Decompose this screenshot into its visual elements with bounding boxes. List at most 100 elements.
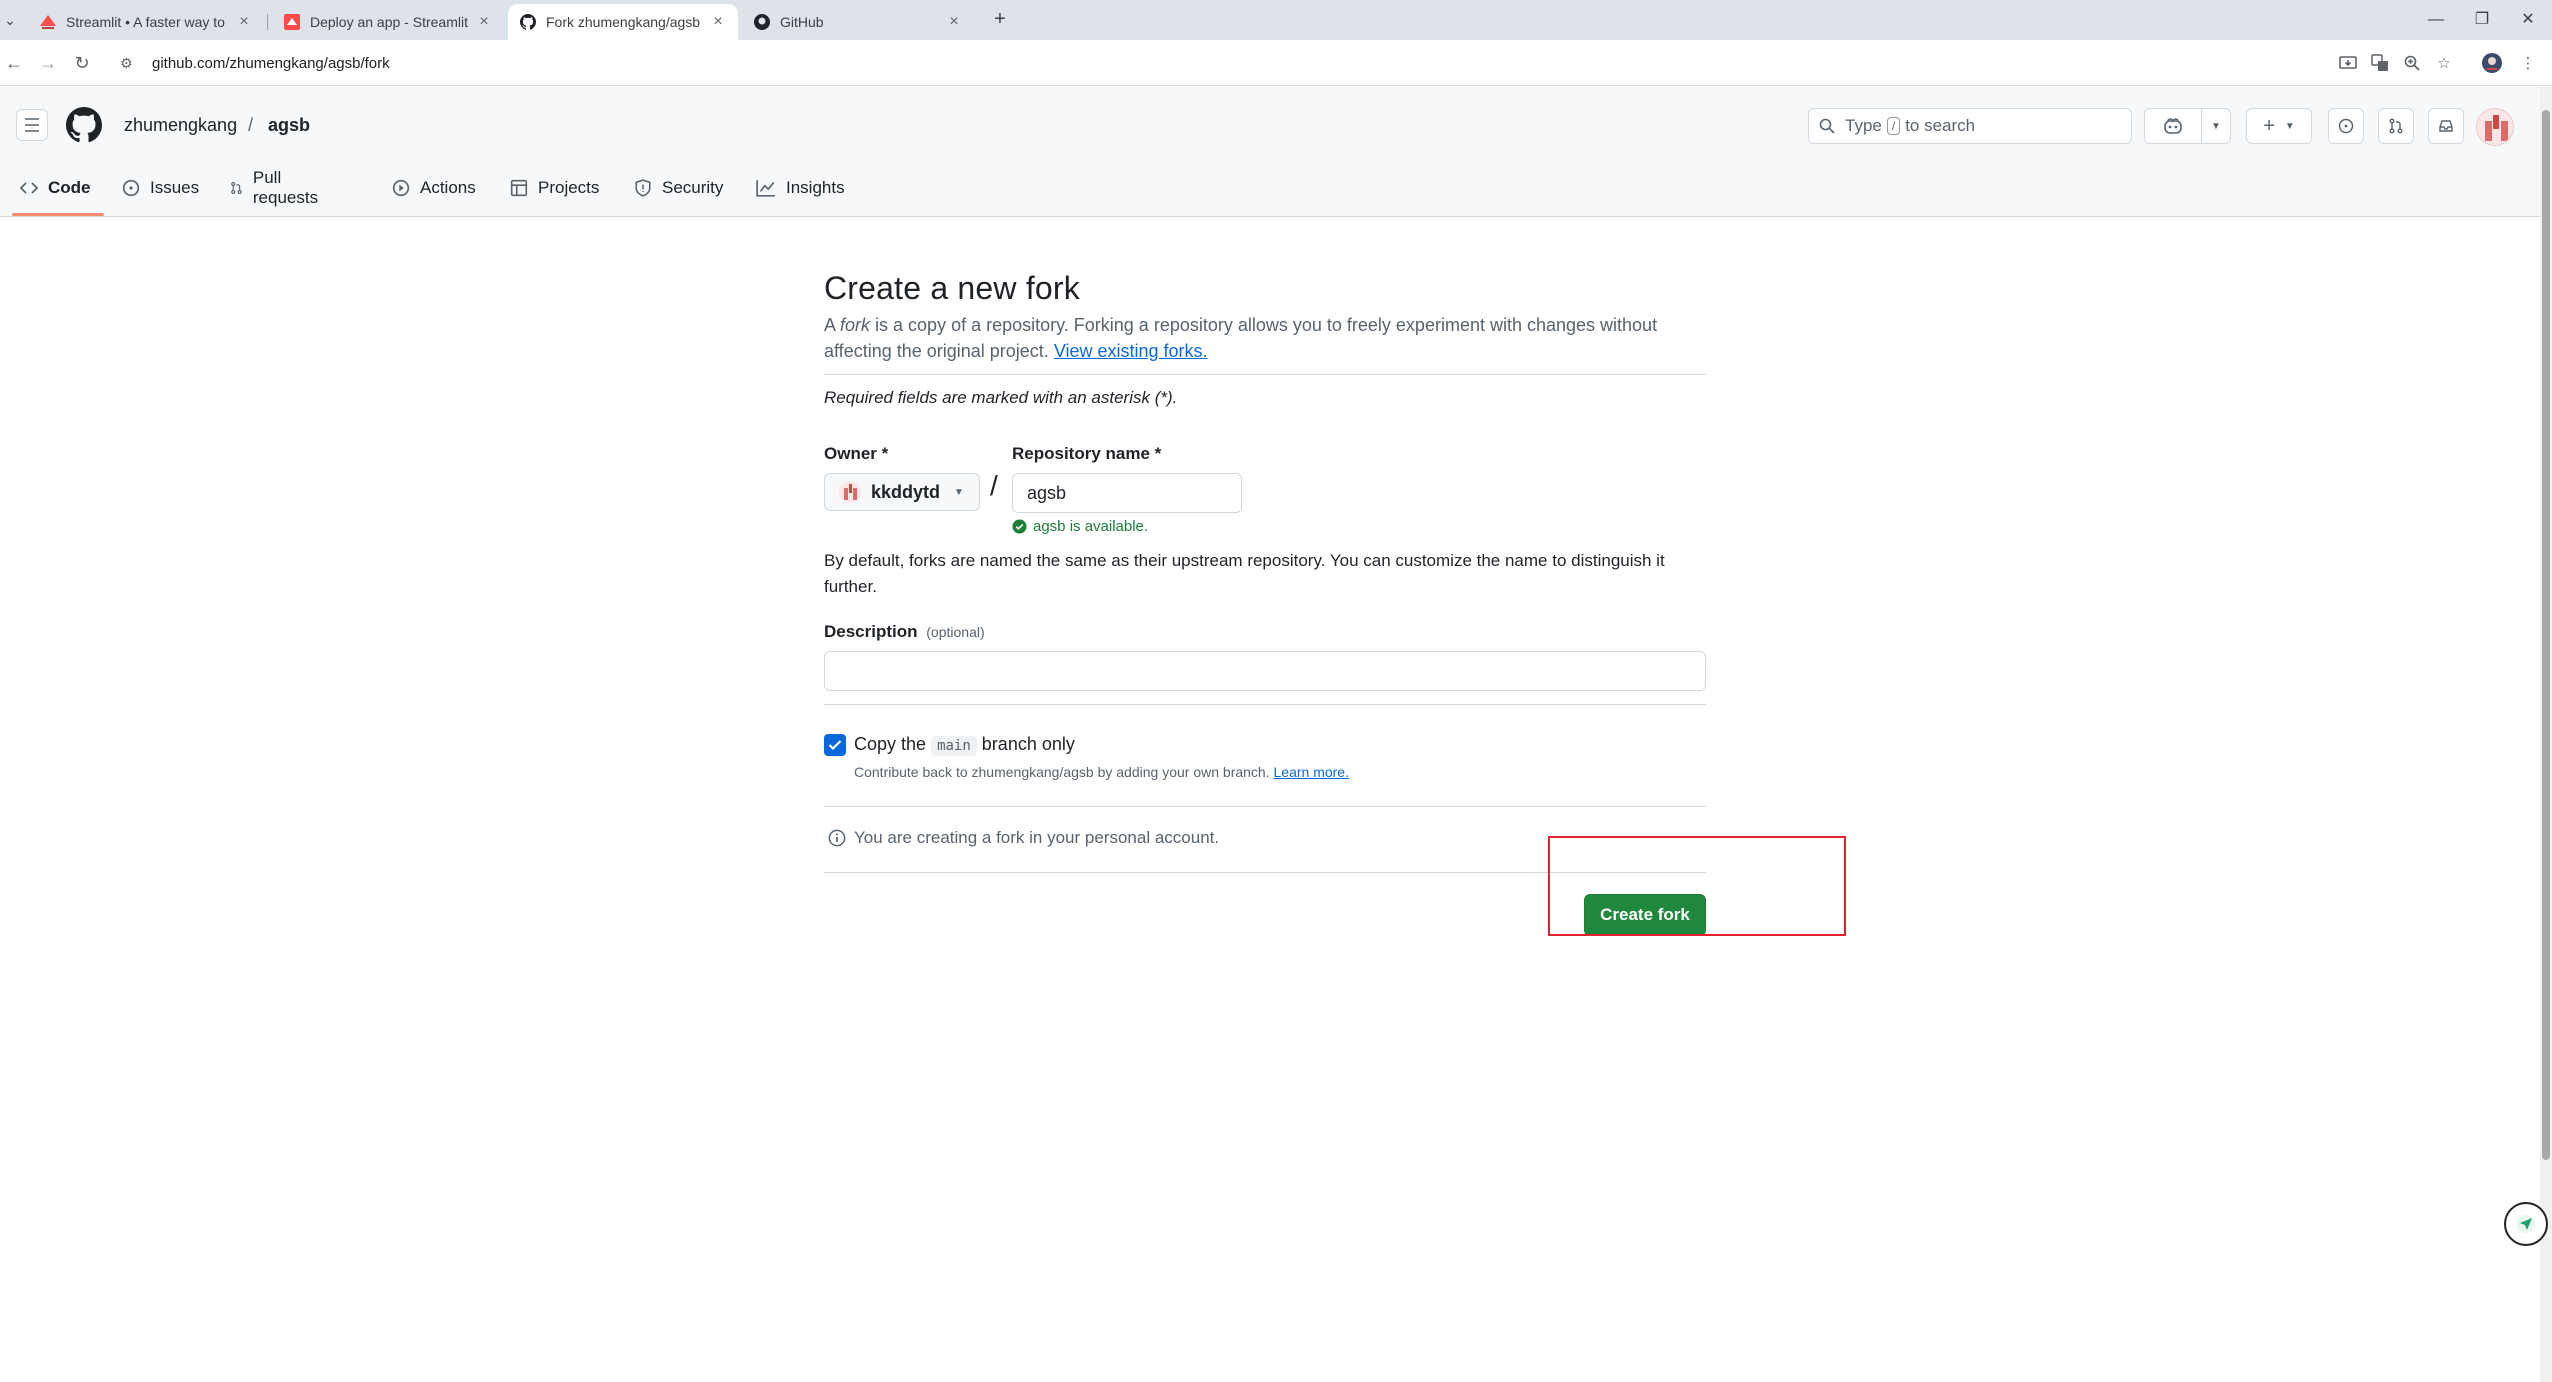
close-icon[interactable]: × — [710, 13, 726, 31]
copilot-dropdown[interactable]: ▼ — [2201, 108, 2231, 144]
browser-tab-github[interactable]: GitHub × — [742, 4, 974, 40]
restore-icon[interactable]: ❐ — [2470, 8, 2494, 32]
reload-icon[interactable]: ↻ — [70, 51, 94, 75]
view-existing-forks-link[interactable]: View existing forks. — [1054, 341, 1208, 361]
window-close-icon[interactable]: ✕ — [2516, 8, 2540, 32]
description-label-text: Description — [824, 622, 918, 641]
issue-icon — [2338, 118, 2354, 134]
zoom-icon[interactable] — [2400, 51, 2424, 75]
browser-toolbar: ← → ↻ ⚙ github.com/zhumengkang/agsb/fork… — [0, 40, 2552, 86]
repository-name-label: Repository name * — [1012, 444, 1162, 463]
pull-request-icon — [231, 181, 242, 195]
breadcrumb-repo[interactable]: agsb — [268, 115, 310, 136]
search-shortcut-key: / — [1886, 117, 1901, 135]
owner-repo-slash: / — [990, 470, 998, 501]
close-icon[interactable]: × — [236, 13, 252, 31]
browser-tab-deploy[interactable]: Deploy an app - Streamlit × — [272, 4, 504, 40]
minimize-icon[interactable]: — — [2424, 8, 2448, 32]
copy-suffix: branch only — [981, 734, 1075, 754]
search-input[interactable]: Type / to search — [1808, 108, 2132, 144]
close-icon[interactable]: × — [946, 13, 962, 31]
tab-pull-requests[interactable]: Pull requests — [230, 159, 323, 217]
tab-label: Issues — [150, 178, 200, 197]
inbox-icon — [2439, 120, 2453, 132]
tab-actions[interactable]: Actions — [392, 159, 476, 217]
scrollbar-thumb[interactable] — [2542, 110, 2550, 1160]
send-icon — [2517, 1215, 2535, 1233]
tab-issues[interactable]: Issues — [122, 159, 199, 217]
browser-menu-icon[interactable]: ⋮ — [2516, 51, 2540, 75]
copilot-button[interactable] — [2144, 108, 2202, 144]
triangle-down-icon: ▼ — [954, 486, 964, 498]
copy-help-text: Contribute back to zhumengkang/agsb by a… — [854, 764, 1270, 780]
copy-branch-help: Contribute back to zhumengkang/agsb by a… — [854, 764, 1349, 780]
tab-label: Actions — [420, 178, 476, 197]
floating-assistant-button[interactable] — [2504, 1202, 2548, 1246]
avatar-icon — [2485, 115, 2508, 141]
tab-title: Deploy an app - Streamlit — [310, 14, 468, 30]
info-icon — [828, 829, 846, 847]
issues-button[interactable] — [2328, 108, 2364, 144]
profile-icon[interactable] — [2480, 51, 2504, 75]
create-new-button[interactable]: + ▼ — [2246, 108, 2312, 144]
forward-arrow-icon[interactable]: → — [36, 51, 60, 75]
availability-status: agsb is available. — [1012, 518, 1148, 535]
triangle-down-icon: ▼ — [2211, 120, 2221, 132]
translate-icon[interactable] — [2368, 51, 2392, 75]
check-circle-icon — [1012, 519, 1027, 534]
site-info-icon[interactable]: ⚙ — [120, 55, 140, 72]
tab-insights[interactable]: Insights — [756, 159, 845, 217]
install-app-icon[interactable] — [2336, 51, 2360, 75]
search-suffix: to search — [1905, 116, 1976, 135]
lead-fork-term: fork — [840, 315, 871, 335]
back-arrow-icon[interactable]: ← — [2, 51, 26, 75]
lead-text: A — [824, 315, 841, 335]
tab-title: Fork zhumengkang/agsb — [546, 14, 701, 30]
github-header: zhumengkang / agsb Type / to search ▼ + … — [0, 87, 2540, 217]
new-tab-plus-icon[interactable]: + — [988, 8, 1012, 32]
fork-description: A fork is a copy of a repository. Forkin… — [824, 312, 1706, 364]
copy-main-branch-checkbox[interactable] — [824, 734, 846, 756]
user-avatar[interactable] — [2476, 108, 2514, 146]
graph-icon — [756, 180, 775, 197]
table-icon — [510, 179, 528, 197]
menu-icon — [25, 118, 39, 132]
owner-name: kkddytd — [871, 481, 941, 502]
tab-label: Insights — [786, 178, 845, 197]
repository-name-input[interactable]: agsb — [1012, 473, 1242, 513]
tab-code[interactable]: Code — [20, 159, 91, 217]
browser-tab-fork[interactable]: Fork zhumengkang/agsb × — [508, 4, 738, 40]
required-fields-note: Required fields are marked with an aster… — [824, 388, 1178, 407]
pull-requests-button[interactable] — [2378, 108, 2414, 144]
hamburger-menu-button[interactable] — [16, 109, 48, 141]
availability-text: agsb is available. — [1033, 518, 1149, 535]
address-bar[interactable]: ⚙ github.com/zhumengkang/agsb/fork — [112, 45, 2328, 81]
tab-security[interactable]: Security — [634, 159, 723, 217]
github-logo-icon[interactable] — [66, 107, 102, 143]
github-icon — [520, 14, 536, 30]
browser-tab-bar: ⌄ Streamlit • A faster way to bu × Deplo… — [0, 0, 2552, 40]
owner-dropdown[interactable]: kkddytd ▼ — [824, 473, 980, 511]
tab-projects[interactable]: Projects — [510, 159, 599, 217]
description-input[interactable] — [824, 651, 1706, 691]
inbox-button[interactable] — [2428, 108, 2464, 144]
code-icon — [20, 182, 38, 194]
shield-icon — [635, 179, 651, 197]
breadcrumb-owner[interactable]: zhumengkang — [124, 115, 237, 136]
tab-title: Streamlit • A faster way to bu — [66, 14, 228, 30]
divider — [824, 704, 1706, 705]
streamlit-icon — [284, 14, 300, 30]
github-icon — [754, 14, 770, 30]
plus-icon: + — [2263, 114, 2275, 137]
search-icon — [1819, 118, 1835, 134]
bookmark-star-icon[interactable]: ☆ — [2432, 51, 2456, 75]
copy-branch-label[interactable]: Copy the main branch only — [854, 734, 1075, 756]
tab-list-chevron-icon[interactable]: ⌄ — [0, 10, 20, 30]
owner-avatar — [839, 481, 861, 503]
tab-separator — [267, 14, 268, 30]
browser-tab-streamlit[interactable]: Streamlit • A faster way to bu × — [28, 4, 264, 40]
breadcrumb-separator: / — [248, 115, 254, 135]
lead-text: is a copy of a repository. Forking a rep… — [824, 315, 1658, 361]
learn-more-link[interactable]: Learn more. — [1274, 764, 1349, 780]
close-icon[interactable]: × — [476, 13, 492, 31]
